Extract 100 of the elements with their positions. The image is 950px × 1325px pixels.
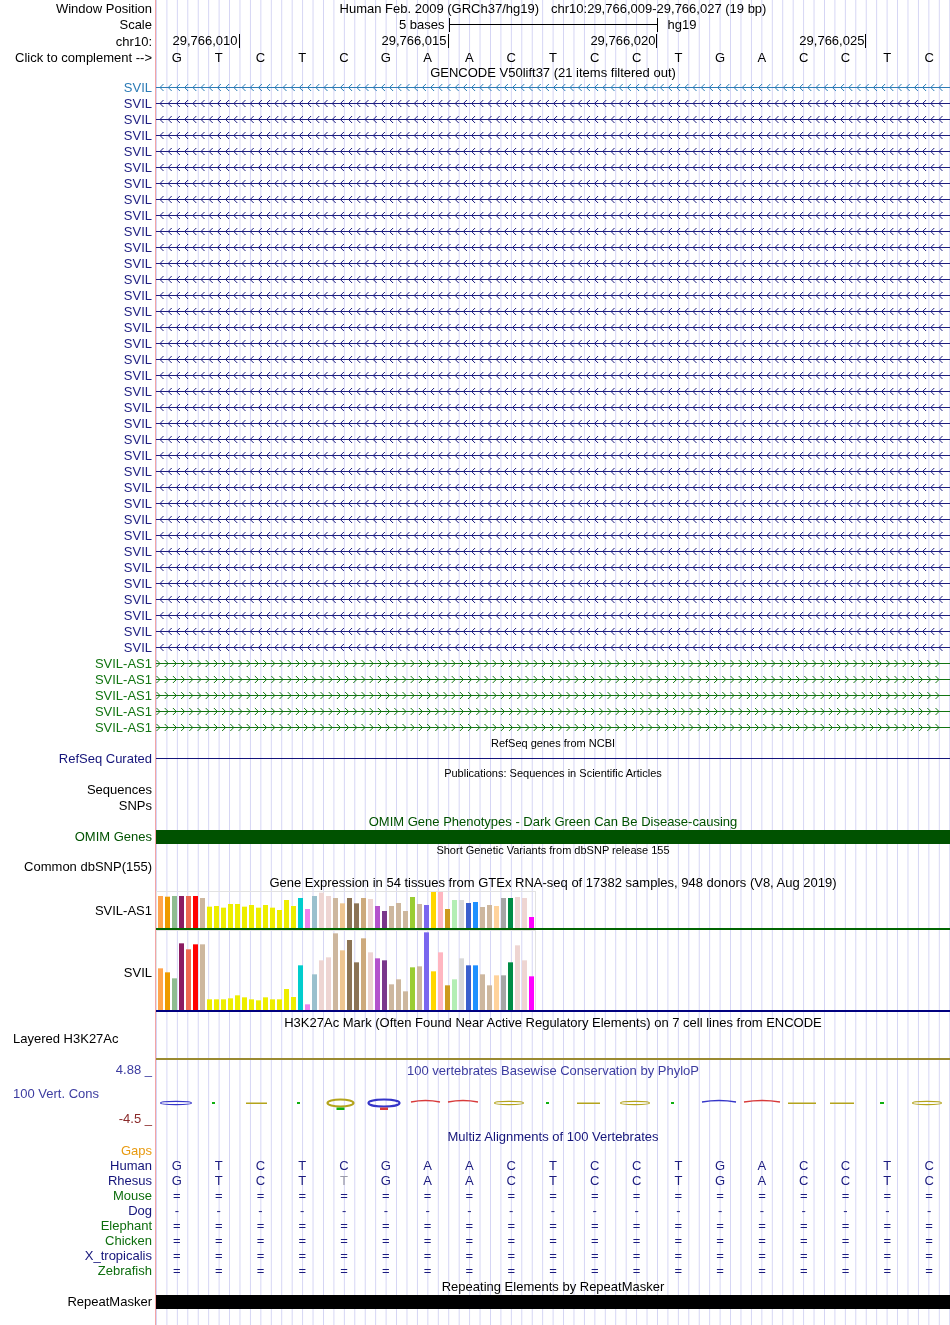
expression-bar[interactable]: [284, 989, 289, 1010]
transcript-line[interactable]: [156, 722, 950, 732]
expression-bar[interactable]: [186, 896, 191, 928]
track-label[interactable]: RepeatMasker: [67, 1294, 152, 1309]
transcript-line[interactable]: [156, 578, 950, 588]
expression-bar[interactable]: [298, 965, 303, 1010]
expression-bar[interactable]: [319, 960, 324, 1010]
gene-label[interactable]: SVIL: [123, 191, 152, 207]
track-label[interactable]: SNPs: [118, 797, 152, 813]
expression-bar[interactable]: [242, 906, 247, 928]
expression-bar[interactable]: [158, 896, 163, 928]
expression-bar[interactable]: [382, 960, 387, 1010]
gene-label[interactable]: SVIL: [123, 559, 152, 575]
expression-bar[interactable]: [501, 975, 506, 1010]
expression-bar[interactable]: [529, 917, 534, 928]
expression-bar[interactable]: [354, 962, 359, 1010]
gene-label[interactable]: SVIL: [123, 607, 152, 623]
gene-label[interactable]: SVIL: [123, 79, 152, 95]
transcript-line[interactable]: [156, 338, 950, 348]
expression-bar[interactable]: [361, 898, 366, 928]
expression-bar[interactable]: [508, 962, 513, 1010]
expression-bar[interactable]: [375, 958, 380, 1010]
expression-bar[interactable]: [515, 945, 520, 1010]
expression-bar[interactable]: [340, 950, 345, 1010]
expression-bar[interactable]: [284, 900, 289, 928]
expression-bar[interactable]: [179, 896, 184, 928]
expression-bar[interactable]: [270, 907, 275, 928]
transcript-line[interactable]: [156, 498, 950, 508]
track-label[interactable]: 100 Vert. Cons: [0, 1086, 99, 1101]
track-label[interactable]: Sequences: [86, 781, 152, 797]
expression-bar[interactable]: [501, 898, 506, 928]
expression-bar[interactable]: [249, 999, 254, 1010]
expression-bar[interactable]: [494, 975, 499, 1010]
expression-bar[interactable]: [396, 903, 401, 928]
gene-label[interactable]: SVIL-AS1: [94, 719, 152, 735]
transcript-line[interactable]: [156, 562, 950, 572]
transcript-line[interactable]: [156, 114, 950, 124]
expression-bar[interactable]: [473, 902, 478, 928]
transcript-line[interactable]: [156, 594, 950, 604]
expression-bar[interactable]: [459, 900, 464, 928]
expression-bar[interactable]: [424, 932, 429, 1010]
transcript-line[interactable]: [156, 130, 950, 140]
transcript-line[interactable]: [156, 370, 950, 380]
gene-label[interactable]: SVIL: [123, 175, 152, 191]
expression-bar[interactable]: [403, 911, 408, 928]
expression-bar[interactable]: [193, 944, 198, 1010]
expression-bar[interactable]: [256, 907, 261, 928]
transcript-line[interactable]: [156, 210, 950, 220]
expression-bar[interactable]: [515, 897, 520, 928]
gene-label[interactable]: SVIL: [123, 591, 152, 607]
expression-bar[interactable]: [277, 999, 282, 1010]
gene-label[interactable]: SVIL: [123, 127, 152, 143]
expression-bar[interactable]: [228, 904, 233, 928]
transcript-line[interactable]: [156, 626, 950, 636]
expression-bar[interactable]: [480, 907, 485, 928]
expression-bar[interactable]: [165, 896, 170, 928]
gene-label[interactable]: SVIL-AS1: [94, 703, 152, 719]
expression-bar[interactable]: [452, 900, 457, 928]
expression-bar[interactable]: [291, 997, 296, 1010]
expression-bar[interactable]: [445, 985, 450, 1010]
expression-bar[interactable]: [235, 995, 240, 1010]
transcript-line[interactable]: [156, 402, 950, 412]
expression-bar[interactable]: [214, 999, 219, 1010]
expression-bar[interactable]: [389, 906, 394, 928]
expression-bar[interactable]: [270, 999, 275, 1010]
expression-bar[interactable]: [410, 967, 415, 1010]
expression-bar[interactable]: [452, 979, 457, 1010]
expression-bar[interactable]: [207, 999, 212, 1010]
expression-bar[interactable]: [319, 892, 324, 928]
track-label[interactable]: RefSeq Curated: [58, 751, 152, 766]
transcript-line[interactable]: [156, 322, 950, 332]
expression-bar[interactable]: [403, 991, 408, 1010]
expression-bar[interactable]: [172, 978, 177, 1010]
gene-label[interactable]: SVIL: [123, 527, 152, 543]
gene-label[interactable]: SVIL: [123, 143, 152, 159]
expression-bar[interactable]: [508, 898, 513, 928]
feature-bar[interactable]: [156, 1294, 950, 1309]
expression-bar[interactable]: [305, 1004, 310, 1010]
expression-bar[interactable]: [221, 999, 226, 1010]
expression-bar[interactable]: [326, 896, 331, 928]
expression-bar[interactable]: [214, 906, 219, 928]
transcript-line[interactable]: [156, 194, 950, 204]
expression-bar[interactable]: [480, 974, 485, 1010]
gene-label[interactable]: SVIL: [123, 575, 152, 591]
gene-label[interactable]: SVIL: [123, 431, 152, 447]
expression-bar[interactable]: [375, 906, 380, 928]
transcript-line[interactable]: [156, 290, 950, 300]
expression-bar[interactable]: [165, 972, 170, 1010]
expression-bar[interactable]: [417, 904, 422, 928]
expression-bar[interactable]: [368, 899, 373, 928]
expression-bar[interactable]: [158, 968, 163, 1010]
expression-bar[interactable]: [347, 898, 352, 928]
expression-bar[interactable]: [207, 906, 212, 928]
gene-label[interactable]: SVIL: [123, 335, 152, 351]
gene-label[interactable]: SVIL: [123, 239, 152, 255]
transcript-line[interactable]: [156, 546, 950, 556]
gene-label[interactable]: SVIL-AS1: [94, 671, 152, 687]
transcript-line[interactable]: [156, 674, 950, 684]
track-label[interactable]: OMIM Genes: [74, 829, 152, 844]
gene-label[interactable]: SVIL: [123, 964, 152, 980]
